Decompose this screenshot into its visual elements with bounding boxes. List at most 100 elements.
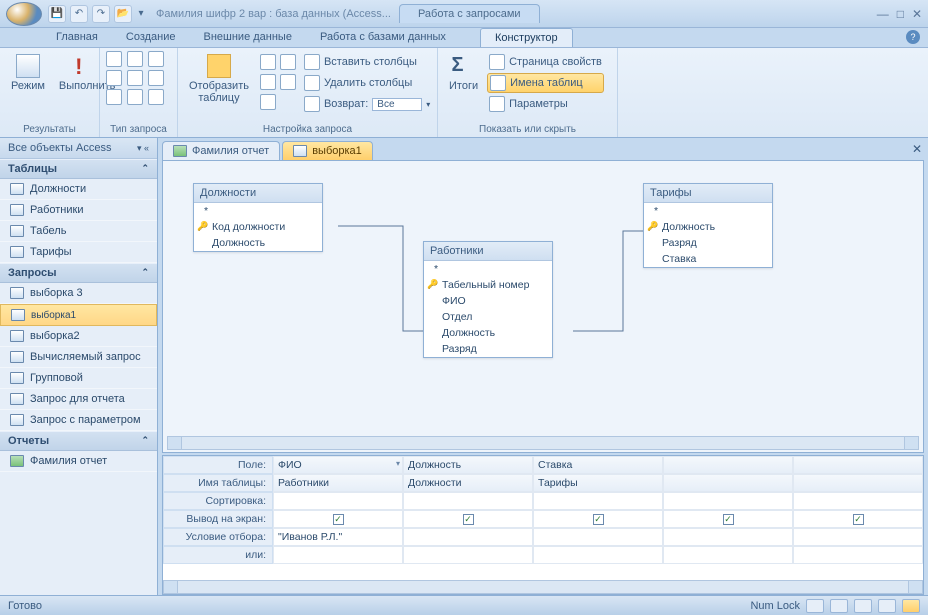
view-button[interactable]: Режим — [6, 51, 50, 95]
nav-header[interactable]: Все объекты Access ▾ « — [0, 138, 157, 159]
canvas-scrollbar[interactable] — [167, 436, 919, 450]
return-select[interactable]: Все — [372, 98, 422, 111]
field[interactable]: * — [644, 203, 772, 219]
nav-category[interactable]: Таблицы⌃ — [0, 159, 157, 179]
property-sheet-button[interactable]: Страница свойств — [487, 53, 604, 71]
show-checkbox[interactable]: ✓ — [333, 514, 344, 525]
relationships-canvas[interactable]: Должности*Код должностиДолжностьРаботник… — [162, 160, 924, 453]
qtype-icon[interactable] — [148, 51, 164, 67]
grid-cell[interactable]: ФИО▾ — [273, 456, 403, 474]
nav-category[interactable]: Отчеты⌃ — [0, 431, 157, 451]
grid-cell[interactable] — [533, 528, 663, 546]
grid-cell[interactable] — [663, 546, 793, 564]
nav-item[interactable]: Табель — [0, 221, 157, 242]
field[interactable]: Разряд — [644, 235, 772, 251]
open-icon[interactable]: 📂 — [114, 5, 132, 23]
field[interactable]: Должность — [644, 219, 772, 235]
qtype-icon[interactable] — [148, 89, 164, 105]
totals-button[interactable]: ΣИтоги — [444, 51, 483, 95]
grid-cell[interactable] — [793, 546, 923, 564]
document-tab[interactable]: Фамилия отчет — [162, 141, 280, 160]
dropdown-icon[interactable]: ▾ — [396, 459, 400, 468]
grid-cell[interactable] — [403, 492, 533, 510]
show-checkbox[interactable]: ✓ — [853, 514, 864, 525]
grid-cell[interactable] — [533, 492, 663, 510]
tab-dbtools[interactable]: Работа с базами данных — [306, 28, 460, 47]
grid-cell[interactable] — [273, 492, 403, 510]
close-doc-icon[interactable]: ✕ — [912, 142, 922, 156]
nav-item[interactable]: выборка1 — [0, 304, 157, 326]
builder-icon[interactable] — [258, 93, 298, 111]
grid-cell[interactable] — [793, 474, 923, 492]
save-icon[interactable]: 💾 — [48, 5, 66, 23]
view-datasheet-icon[interactable] — [806, 599, 824, 613]
grid-scrollbar[interactable] — [163, 580, 923, 594]
chevron-up-icon[interactable]: ⌃ — [141, 435, 149, 447]
grid-cell[interactable]: Ставка — [533, 456, 663, 474]
nav-item[interactable]: Запрос для отчета — [0, 389, 157, 410]
field[interactable]: Табельный номер — [424, 277, 552, 293]
field[interactable]: Отдел — [424, 309, 552, 325]
nav-category[interactable]: Запросы⌃ — [0, 263, 157, 283]
parameters-button[interactable]: Параметры — [487, 95, 604, 113]
rows-icons[interactable] — [258, 73, 298, 91]
qat-more-icon[interactable]: ▾ — [136, 5, 146, 23]
field[interactable]: Должность — [424, 325, 552, 341]
tab-design[interactable]: Конструктор — [480, 28, 573, 47]
chevron-up-icon[interactable]: ⌃ — [141, 267, 149, 279]
qtype-icon[interactable] — [148, 70, 164, 86]
grid-cell[interactable]: Должности — [403, 474, 533, 492]
help-icon[interactable]: ? — [906, 30, 920, 44]
table-box[interactable]: Тарифы*ДолжностьРазрядСтавка — [643, 183, 773, 268]
table-names-button[interactable]: Имена таблиц — [487, 73, 604, 93]
grid-cell[interactable] — [403, 546, 533, 564]
show-checkbox[interactable]: ✓ — [723, 514, 734, 525]
nav-item[interactable]: выборка 3 — [0, 283, 157, 304]
view-sql-icon[interactable] — [878, 599, 896, 613]
grid-cell[interactable]: Работники — [273, 474, 403, 492]
qtype-icon[interactable] — [127, 70, 143, 86]
minimize-icon[interactable]: — — [877, 7, 889, 21]
nav-item[interactable]: Запрос с параметром — [0, 410, 157, 431]
maximize-icon[interactable]: □ — [897, 7, 904, 21]
grid-cell[interactable]: Тарифы — [533, 474, 663, 492]
delete-cols-button[interactable]: Удалить столбцы — [302, 74, 432, 92]
field[interactable]: ФИО — [424, 293, 552, 309]
rows-icons[interactable] — [258, 53, 298, 71]
close-icon[interactable]: ✕ — [912, 7, 922, 21]
grid-cell[interactable] — [663, 474, 793, 492]
nav-item[interactable]: Фамилия отчет — [0, 451, 157, 472]
table-header[interactable]: Должности — [194, 184, 322, 203]
grid-cell[interactable] — [403, 528, 533, 546]
scroll-left-icon[interactable] — [168, 437, 182, 449]
field[interactable]: Должность — [194, 235, 322, 251]
grid-cell[interactable]: ✓ — [663, 510, 793, 528]
field[interactable]: * — [194, 203, 322, 219]
grid-cell[interactable]: ✓ — [273, 510, 403, 528]
undo-icon[interactable]: ↶ — [70, 5, 88, 23]
grid-cell[interactable]: Должность — [403, 456, 533, 474]
qtype-icon[interactable] — [127, 89, 143, 105]
field[interactable]: Разряд — [424, 341, 552, 357]
grid-cell[interactable] — [273, 546, 403, 564]
grid-cell[interactable] — [663, 492, 793, 510]
field[interactable]: Ставка — [644, 251, 772, 267]
qtype-icon[interactable] — [106, 51, 122, 67]
nav-item[interactable]: Групповой — [0, 368, 157, 389]
nav-item[interactable]: выборка2 — [0, 326, 157, 347]
view-design-icon[interactable] — [902, 599, 920, 613]
table-box[interactable]: Должности*Код должностиДолжность — [193, 183, 323, 252]
grid-cell[interactable] — [663, 528, 793, 546]
nav-item[interactable]: Вычисляемый запрос — [0, 347, 157, 368]
grid-cell[interactable]: ✓ — [403, 510, 533, 528]
qtype-icon[interactable] — [106, 70, 122, 86]
grid-cell[interactable]: "Иванов Р.Л." — [273, 528, 403, 546]
grid-cell[interactable]: ✓ — [533, 510, 663, 528]
chevron-up-icon[interactable]: ⌃ — [141, 163, 149, 175]
scroll-right-icon[interactable] — [904, 437, 918, 449]
grid-cell[interactable] — [793, 528, 923, 546]
qtype-icon[interactable] — [106, 89, 122, 105]
document-tab[interactable]: выборка1 — [282, 141, 373, 160]
table-header[interactable]: Тарифы — [644, 184, 772, 203]
redo-icon[interactable]: ↷ — [92, 5, 110, 23]
